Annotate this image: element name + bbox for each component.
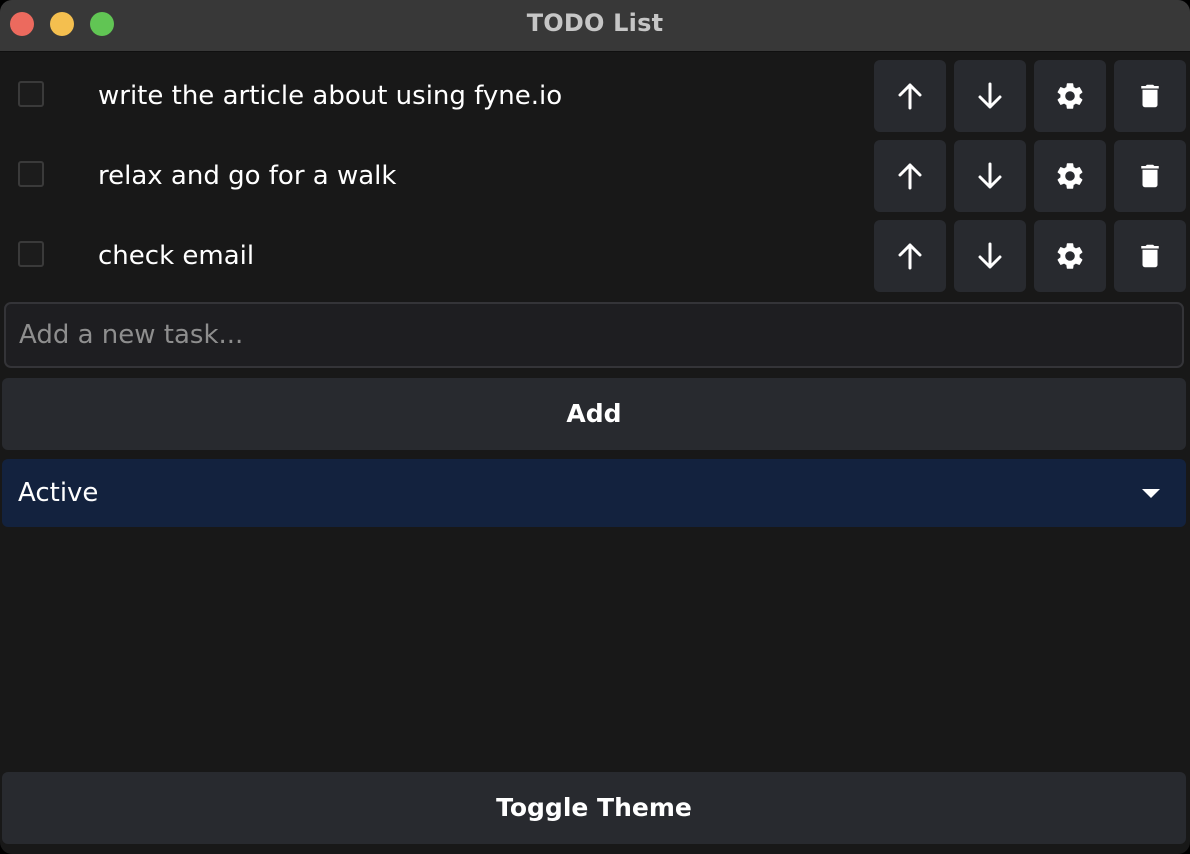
caret-down-icon <box>1142 489 1160 498</box>
arrow-up-icon <box>898 243 922 270</box>
task-label: relax and go for a walk <box>98 161 397 191</box>
gear-icon <box>1057 83 1083 109</box>
filter-selected-value: Active <box>18 478 99 508</box>
delete-button[interactable] <box>1114 140 1186 212</box>
window-title: TODO List <box>526 9 664 37</box>
toggle-theme-button[interactable]: Toggle Theme <box>2 772 1186 844</box>
trash-icon <box>1141 244 1159 268</box>
add-button[interactable]: Add <box>2 378 1186 450</box>
filter-select[interactable]: Active <box>2 459 1186 527</box>
task-checkbox[interactable] <box>18 161 44 187</box>
move-down-button[interactable] <box>954 60 1026 132</box>
new-task-input[interactable] <box>4 302 1184 368</box>
task-label: write the article about using fyne.io <box>98 81 563 111</box>
title-bar: TODO List <box>0 0 1190 52</box>
move-up-button[interactable] <box>874 60 946 132</box>
arrow-up-icon <box>898 163 922 190</box>
arrow-down-icon <box>978 82 1002 109</box>
gear-icon <box>1057 243 1083 269</box>
delete-button[interactable] <box>1114 60 1186 132</box>
edit-settings-button[interactable] <box>1034 220 1106 292</box>
move-up-button[interactable] <box>874 220 946 292</box>
arrow-down-icon <box>978 242 1002 269</box>
delete-button[interactable] <box>1114 220 1186 292</box>
app-window: TODO List write the article about using … <box>0 0 1190 854</box>
move-up-button[interactable] <box>874 140 946 212</box>
task-row: check email <box>0 220 1190 292</box>
move-down-button[interactable] <box>954 140 1026 212</box>
move-down-button[interactable] <box>954 220 1026 292</box>
arrow-up-icon <box>898 83 922 110</box>
task-checkbox[interactable] <box>18 241 44 267</box>
task-row: relax and go for a walk <box>0 140 1190 212</box>
gear-icon <box>1057 163 1083 189</box>
edit-settings-button[interactable] <box>1034 140 1106 212</box>
trash-icon <box>1141 84 1159 108</box>
task-row: write the article about using fyne.io <box>0 60 1190 132</box>
task-label: check email <box>98 241 255 271</box>
edit-settings-button[interactable] <box>1034 60 1106 132</box>
task-checkbox[interactable] <box>18 81 44 107</box>
trash-icon <box>1141 164 1159 188</box>
arrow-down-icon <box>978 162 1002 189</box>
